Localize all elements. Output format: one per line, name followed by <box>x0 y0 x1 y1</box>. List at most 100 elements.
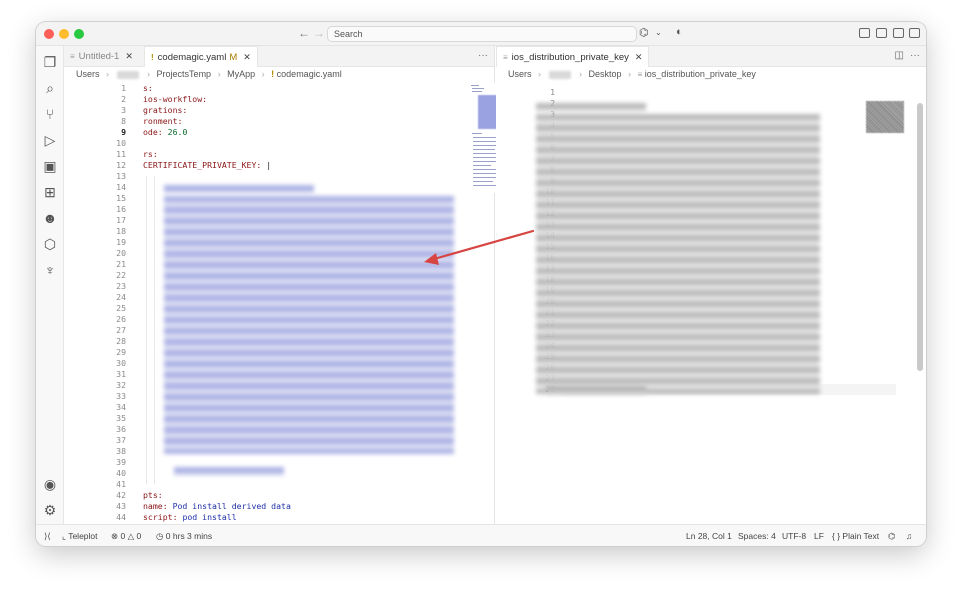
redacted-key-content <box>164 185 314 194</box>
vertical-scrollbar[interactable] <box>917 103 923 371</box>
line-number: 35 <box>116 413 126 423</box>
breadcrumb: Users › › Desktop › ≡ ios_distribution_pr… <box>508 69 756 79</box>
close-icon[interactable]: ✕ <box>243 52 251 62</box>
line-number: 2 <box>121 94 126 104</box>
minimize-window-button[interactable] <box>59 29 69 39</box>
copilot-icon[interactable]: ⌬ <box>639 26 649 39</box>
code-line: CERTIFICATE_PRIVATE_KEY: | <box>143 160 271 171</box>
source-control-icon[interactable]: ⑂ <box>42 106 58 122</box>
package-cube-icon[interactable]: ⬡ <box>42 236 58 252</box>
copilot-status-icon[interactable]: ⌬ <box>888 531 895 542</box>
toggle-primary-sidebar-icon[interactable] <box>859 28 870 38</box>
text-file-icon: ≡ <box>70 52 75 61</box>
line-number: 43 <box>116 501 126 511</box>
search-icon[interactable]: ⌕ <box>42 80 58 96</box>
toggle-secondary-layout-icon[interactable] <box>876 28 887 38</box>
timer-item[interactable]: ◷ 0 hrs 3 mins <box>156 531 212 542</box>
breadcrumb-item[interactable]: Users <box>76 69 100 79</box>
explorer-files-icon[interactable]: ❐ <box>42 54 58 70</box>
text-file-icon: ≡ <box>503 53 508 62</box>
tab-codemagic-yaml[interactable]: ! codemagic.yaml M ✕ <box>144 46 258 67</box>
code-token: Pod install derived data <box>172 501 291 511</box>
line-number: 26 <box>116 314 126 324</box>
teleplot-item[interactable]: ⌞ Teleplot <box>62 531 98 542</box>
breadcrumb-item[interactable]: Users <box>508 69 532 79</box>
breadcrumb-item[interactable]: ios_distribution_private_key <box>645 69 756 79</box>
line-number: 37 <box>116 435 126 445</box>
error-icon: ⊗ <box>111 531 119 541</box>
toggle-secondary-sidebar-icon[interactable] <box>909 28 920 38</box>
arrow-left-icon[interactable]: ← <box>298 26 310 40</box>
code-line: script: pod install <box>143 512 237 523</box>
tab-untitled-1[interactable]: ≡ Untitled-1 ✕ <box>64 46 139 67</box>
more-actions-icon[interactable]: ··· <box>910 50 920 61</box>
text-file-icon: ≡ <box>637 70 643 79</box>
indentation[interactable]: Spaces: 4 <box>738 531 776 541</box>
close-icon[interactable]: ✕ <box>635 52 643 62</box>
settings-gear-icon[interactable]: ⚙ <box>42 502 58 518</box>
line-number: 32 <box>116 380 126 390</box>
line-number: 1 <box>121 83 126 93</box>
code-token: rs: <box>143 149 158 159</box>
warning-count: 0 <box>136 531 142 541</box>
more-actions-icon[interactable]: ··· <box>478 50 488 61</box>
line-number: 25 <box>116 303 126 313</box>
line-number: 14 <box>116 182 126 192</box>
line-number: 13 <box>116 171 126 181</box>
close-icon[interactable]: ✕ <box>125 51 133 61</box>
line-number: 34 <box>116 402 126 412</box>
redacted-username <box>117 70 140 79</box>
search-label: Search <box>334 29 363 39</box>
minimap[interactable] <box>866 101 904 133</box>
tab-ios-distribution-private-key[interactable]: ≡ ios_distribution_private_key ✕ <box>496 46 650 67</box>
end-of-line[interactable]: LF <box>814 531 824 541</box>
remote-explorer-icon[interactable]: ▣ <box>42 158 58 174</box>
warning-icon: △ <box>127 531 135 541</box>
problems-item[interactable]: ⊗ 0 △ 0 <box>111 531 141 542</box>
maximize-window-button[interactable] <box>74 29 84 39</box>
line-number: 38 <box>116 446 126 456</box>
status-bar: ⟩⟨ ⌞ Teleplot ⊗ 0 △ 0 ◷ 0 hrs 3 mins Ln … <box>36 524 926 546</box>
close-window-button[interactable] <box>44 29 54 39</box>
run-debug-icon[interactable]: ▷ <box>42 132 58 148</box>
code-line: ios-workflow: <box>143 94 207 105</box>
code-token: pod install <box>182 512 237 522</box>
chart-icon: ⌞ <box>62 531 66 541</box>
accounts-bubble-icon[interactable]: ◐ <box>676 26 683 38</box>
alien-extension-icon[interactable]: ☻ <box>42 210 58 226</box>
python-icon[interactable]: ♆ <box>42 262 58 278</box>
breadcrumb-item[interactable]: Desktop <box>589 69 622 79</box>
notifications-bell-icon[interactable]: ♫ <box>906 531 912 541</box>
code-line: grations: <box>143 105 187 116</box>
redacted-key-content <box>164 196 454 454</box>
toggle-panel-icon[interactable] <box>893 28 904 38</box>
breadcrumb: Users › › ProjectsTemp › MyApp › ! codema… <box>76 69 342 79</box>
yaml-file-icon: ! <box>151 53 154 62</box>
line-number: 8 <box>121 116 126 126</box>
breadcrumb-item[interactable]: ProjectsTemp <box>157 69 212 79</box>
language-mode[interactable]: { } Plain Text <box>832 531 879 541</box>
redacted-key-content <box>536 114 820 394</box>
command-center-search[interactable]: Search <box>327 26 637 42</box>
remote-indicator-icon[interactable]: ⟩⟨ <box>44 531 51 542</box>
code-token: script: <box>143 512 183 522</box>
redacted-username <box>549 70 572 79</box>
code-line: name: Pod install derived data <box>143 501 291 512</box>
encoding[interactable]: UTF-8 <box>782 531 806 541</box>
code-token: ode: <box>143 127 168 137</box>
title-bar: ← → Search ⌬ ⌄ ◐ <box>36 22 926 46</box>
arrow-right-icon[interactable]: → <box>313 26 325 40</box>
code-token: name: <box>143 501 173 511</box>
breadcrumb-item[interactable]: MyApp <box>227 69 255 79</box>
cursor-position[interactable]: Ln 28, Col 1 <box>686 531 732 541</box>
extensions-icon[interactable]: ⊞ <box>42 184 58 200</box>
breadcrumb-item[interactable]: codemagic.yaml <box>277 69 342 79</box>
redacted-key-content <box>536 103 646 112</box>
line-number: 28 <box>116 336 126 346</box>
code-line: ronment: <box>143 116 182 127</box>
split-editor-icon[interactable]: ◫ <box>895 50 904 61</box>
code-line: rs: <box>143 149 158 160</box>
error-count: 0 <box>120 531 126 541</box>
chevron-down-icon[interactable]: ⌄ <box>655 28 662 37</box>
account-icon[interactable]: ◉ <box>42 476 58 492</box>
